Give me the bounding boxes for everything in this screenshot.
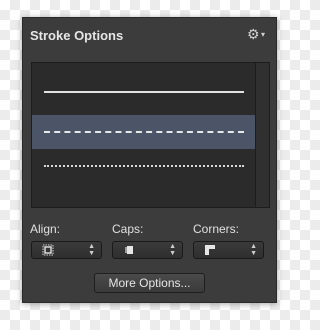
align-inside-icon	[42, 244, 54, 256]
gear-icon[interactable]: ⚙ ▾	[247, 26, 267, 42]
dashed-stroke-preview	[44, 131, 244, 133]
cap-square-icon	[125, 246, 133, 254]
chevron-down-icon: ▾	[261, 30, 266, 39]
panel-title: Stroke Options	[30, 28, 124, 43]
caps-label: Caps:	[112, 222, 144, 236]
stroke-style-solid[interactable]	[32, 75, 256, 109]
stroke-style-dashed[interactable]	[32, 115, 256, 149]
stroke-style-dotted[interactable]	[32, 149, 256, 183]
stepper-arrows-icon: ▲ ▼	[169, 243, 176, 257]
dotted-stroke-preview	[44, 165, 244, 167]
stepper-arrows-icon: ▲ ▼	[88, 243, 95, 257]
list-scrollbar[interactable]	[255, 63, 269, 207]
corners-label: Corners:	[193, 222, 240, 236]
caps-select[interactable]: ▲ ▼	[112, 241, 183, 259]
more-options-button[interactable]: More Options...	[94, 273, 205, 293]
stepper-arrows-icon: ▲ ▼	[250, 243, 257, 257]
align-label: Align:	[30, 222, 61, 236]
solid-stroke-preview	[44, 91, 244, 93]
corner-miter-icon	[205, 245, 215, 255]
align-select[interactable]: ▲ ▼	[31, 241, 102, 259]
corners-select[interactable]: ▲ ▼	[193, 241, 264, 259]
stroke-options-panel: Stroke Options ⚙ ▾ Align: Caps: Corners: …	[22, 17, 277, 303]
stroke-style-list[interactable]	[31, 62, 270, 208]
